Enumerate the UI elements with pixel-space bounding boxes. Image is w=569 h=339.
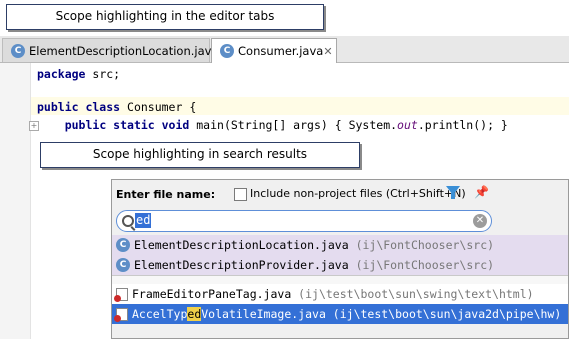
callout-search: Scope highlighting in search results [40, 142, 360, 168]
code-line: public class Consumer { [37, 100, 196, 114]
close-icon[interactable]: ✕ [323, 45, 332, 58]
class-icon: C [116, 238, 130, 252]
code-line: package src; [37, 67, 120, 81]
clear-icon[interactable]: ✕ [473, 214, 487, 228]
tab-element-description-location[interactable]: C ElementDescriptionLocation.java ✕ [2, 38, 228, 62]
code-line: public static void main(String[] args) {… [37, 118, 508, 132]
file-path: (ij\test\boot\sun\swing\text\html) [291, 287, 534, 301]
goto-file-popup: Enter file name: Include non-project fil… [111, 179, 569, 339]
code-text: Consumer { [120, 100, 197, 114]
filter-icon-stem [451, 193, 455, 199]
project-scope-group: C ElementDescriptionLocation.java (ij\Fon… [112, 235, 568, 275]
popup-title: Enter file name: [116, 188, 216, 201]
group-separator [112, 275, 568, 284]
file-path: (ij\FontChooser\src) [348, 258, 495, 272]
java-file-icon [114, 307, 128, 322]
search-icon [122, 215, 134, 227]
list-item-selected[interactable]: AccelTyp ed VolatileImage.java (ij\test\bo… [112, 304, 568, 324]
file-name: ElementDescriptionProvider.java [134, 258, 349, 272]
file-name-pre: AccelTyp [132, 307, 188, 321]
search-query: ed [135, 213, 152, 228]
search-results: C ElementDescriptionLocation.java (ij\Fon… [112, 235, 568, 324]
tab-consumer[interactable]: C Consumer.java ✕ [211, 38, 337, 63]
list-item[interactable]: C ElementDescriptionProvider.java (ij\Fon… [112, 255, 568, 275]
code-text: .println(); } [417, 118, 508, 132]
file-name: ElementDescriptionLocation.java [134, 238, 349, 252]
code-text: main(String[] args) { System. [189, 118, 398, 132]
keyword: public class [37, 100, 121, 114]
other-scope-group: FrameEditorPaneTag.java (ij\test\boot\su… [112, 284, 568, 324]
file-name-post: VolatileImage.java [201, 307, 326, 321]
class-icon: C [220, 44, 234, 58]
keyword: public static void [64, 118, 190, 132]
tab-label: Consumer.java [238, 44, 324, 58]
editor-gutter [0, 63, 31, 339]
code-text: src; [85, 67, 121, 81]
file-path: (ij\test\boot\sun\java2d\pipe\hw) [325, 307, 562, 321]
pin-icon[interactable]: 📌 [474, 185, 489, 199]
list-item[interactable]: FrameEditorPaneTag.java (ij\test\boot\su… [112, 284, 568, 304]
class-icon: C [116, 258, 130, 272]
file-path: (ij\FontChooser\src) [348, 238, 495, 252]
file-name: FrameEditorPaneTag.java [132, 287, 292, 301]
static-field: out [397, 118, 418, 132]
tab-label: ElementDescriptionLocation.java [29, 43, 219, 58]
keyword: package [37, 67, 86, 81]
class-icon: C [11, 43, 25, 58]
match-highlight: ed [187, 307, 202, 321]
checkbox-label[interactable]: Include non-project files (Ctrl+Shift+N) [250, 187, 466, 200]
editor-tab-bar: C ElementDescriptionLocation.java ✕ C Co… [0, 36, 569, 63]
java-file-icon [114, 287, 128, 302]
include-non-project-checkbox[interactable] [234, 188, 247, 201]
popup-header: Enter file name: Include non-project fil… [112, 180, 568, 210]
search-input[interactable]: ed ✕ [116, 210, 492, 232]
list-item[interactable]: C ElementDescriptionLocation.java (ij\Fon… [112, 235, 568, 255]
callout-tabs: Scope highlighting in the editor tabs [6, 4, 324, 30]
